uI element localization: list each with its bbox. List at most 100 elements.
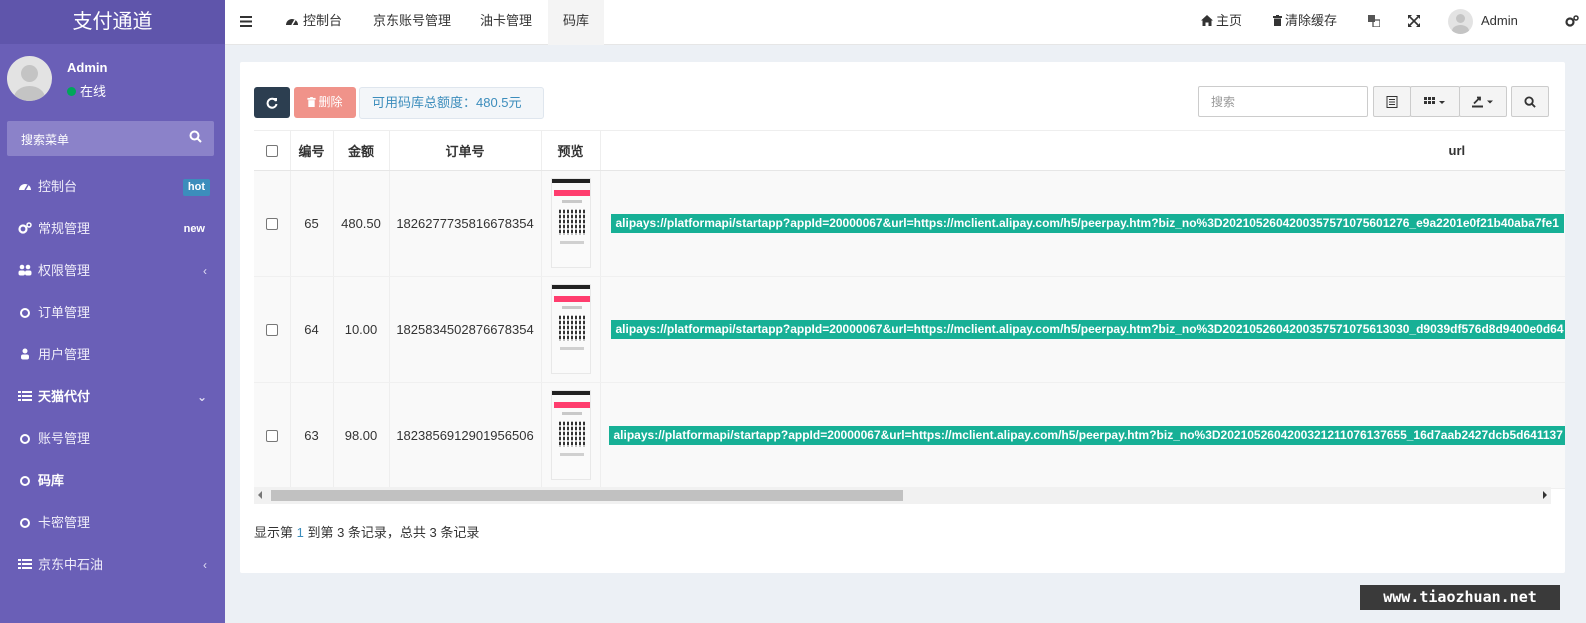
dashboard-icon <box>18 167 34 209</box>
clear-cache-button[interactable]: 清除缓存 <box>1273 0 1337 45</box>
dashboard-icon <box>286 19 298 26</box>
select-all-checkbox[interactable] <box>265 145 278 158</box>
sidebar-item-label: 天猫代付 <box>38 389 91 404</box>
sidebar-item-jd-sinopec[interactable]: 京东中石油 ‹ <box>0 544 225 586</box>
delete-button[interactable]: 删除 <box>294 87 356 118</box>
language-icon[interactable] <box>1368 0 1381 45</box>
home-icon <box>1201 15 1213 26</box>
scroll-right-icon[interactable] <box>1543 491 1547 499</box>
cell-id: 63 <box>290 382 334 489</box>
column-header[interactable]: 订单号 <box>389 131 542 171</box>
table-row[interactable]: 65 480.50 1826277735816678354 alipays://… <box>254 170 1565 277</box>
search-icon[interactable] <box>189 130 202 146</box>
scroll-left-icon[interactable] <box>258 491 262 499</box>
cell-id: 65 <box>290 170 334 277</box>
scroll-thumb[interactable] <box>271 490 903 501</box>
watermark: www.tiaozhuan.net <box>1360 585 1560 610</box>
tab-dashboard[interactable]: 控制台 <box>273 0 354 45</box>
cell-order-no: 1826277735816678354 <box>389 170 542 277</box>
new-badge: new <box>183 223 205 235</box>
advanced-search-button[interactable] <box>1511 86 1549 117</box>
grid-icon <box>1424 96 1445 104</box>
sidebar-item-label: 账号管理 <box>38 431 91 446</box>
trash-icon <box>1273 15 1282 26</box>
data-table: 编号 金额 订单号 预览 url 65 480.50 1826277735816… <box>254 131 1565 489</box>
app-logo[interactable]: 支付通道 <box>0 0 225 44</box>
refresh-button[interactable] <box>254 87 290 118</box>
cell-order-no: 1823856912901956506 <box>389 382 542 489</box>
tab-label: 油卡管理 <box>480 13 533 28</box>
user-name: Admin <box>67 60 108 75</box>
sidebar-item-code-library[interactable]: 码库 <box>0 460 225 502</box>
tab-code-library[interactable]: 码库 <box>548 0 604 45</box>
sidebar-item-permissions[interactable]: 权限管理 ‹ <box>0 250 225 292</box>
sidebar-item-users[interactable]: 用户管理 <box>0 334 225 376</box>
chevron-left-icon: ‹ <box>203 558 207 572</box>
row-checkbox[interactable] <box>265 430 278 443</box>
sidebar-item-label: 订单管理 <box>38 305 91 320</box>
sidebar-search-placeholder: 搜索菜单 <box>21 133 70 147</box>
qr-preview-thumbnail[interactable] <box>550 178 591 268</box>
column-header[interactable]: 金额 <box>333 131 390 171</box>
tab-jd-accounts[interactable]: 京东账号管理 <box>361 0 463 45</box>
columns-dropdown-button[interactable] <box>1410 86 1460 117</box>
horizontal-scrollbar[interactable] <box>254 487 1551 504</box>
trash-icon <box>307 97 317 107</box>
top-navbar: 控制台 京东账号管理 油卡管理 码库 主页 清除缓存 Admin <box>225 0 1586 45</box>
content-box: 删除 可用码库总额度：480.5元 编号 金额 订单号 预览 url <box>240 62 1565 573</box>
user-icon <box>18 335 34 377</box>
pagination-prefix: 显示第 <box>254 525 297 540</box>
hot-badge: hot <box>182 179 210 196</box>
avatar <box>1448 9 1473 35</box>
qr-code-icon <box>558 315 585 341</box>
online-dot-icon <box>67 87 76 96</box>
list-icon <box>18 377 34 419</box>
sidebar-search[interactable]: 搜索菜单 <box>7 121 214 156</box>
data-table-wrapper: 编号 金额 订单号 预览 url 65 480.50 1826277735816… <box>254 130 1565 505</box>
table-search-input[interactable] <box>1198 86 1368 117</box>
column-header: url <box>600 131 1565 171</box>
menu-toggle-icon[interactable] <box>240 0 252 45</box>
cell-amount: 10.00 <box>333 276 390 383</box>
sidebar-item-label: 码库 <box>38 473 65 488</box>
table-row[interactable]: 63 98.00 1823856912901956506 alipays://p… <box>254 382 1565 489</box>
sidebar-item-accounts[interactable]: 账号管理 <box>0 418 225 460</box>
home-link[interactable]: 主页 <box>1201 0 1242 45</box>
column-header: 预览 <box>541 131 601 171</box>
qr-code-icon <box>558 421 585 447</box>
sidebar-item-general[interactable]: 常规管理 new <box>0 208 225 250</box>
tab-oil-cards[interactable]: 油卡管理 <box>468 0 544 45</box>
sidebar-item-label: 常规管理 <box>38 221 91 236</box>
export-icon <box>1472 96 1493 107</box>
table-row[interactable]: 64 10.00 1825834502876678354 alipays://p… <box>254 276 1565 383</box>
tab-label: 控制台 <box>303 13 343 28</box>
toggle-view-button[interactable] <box>1373 86 1411 117</box>
row-checkbox[interactable] <box>265 324 278 337</box>
sidebar-item-label: 卡密管理 <box>38 515 91 530</box>
export-dropdown-button[interactable] <box>1459 86 1507 117</box>
search-icon <box>1524 95 1536 108</box>
pagination-suffix: 到第 3 条记录，总共 3 条记录 <box>303 525 480 540</box>
delete-label: 删除 <box>318 95 343 109</box>
cell-order-no: 1825834502876678354 <box>389 276 542 383</box>
url-label: alipays://platformapi/startapp?appId=200… <box>610 319 1565 339</box>
user-status-text: 在线 <box>80 84 107 99</box>
settings-icon[interactable] <box>1565 0 1579 45</box>
sidebar-item-tmall-pay[interactable]: 天猫代付 ⌄ <box>0 376 225 418</box>
sidebar-menu: 控制台 hot 常规管理 new 权限管理 ‹ 订单管理 用户管理 天猫代付 ⌄… <box>0 166 225 586</box>
user-menu[interactable]: Admin <box>1448 0 1518 45</box>
sidebar-item-dashboard[interactable]: 控制台 hot <box>0 166 225 208</box>
sidebar-item-card-secrets[interactable]: 卡密管理 <box>0 502 225 544</box>
qr-preview-thumbnail[interactable] <box>550 284 591 374</box>
quota-display: 可用码库总额度：480.5元 <box>359 87 544 119</box>
sidebar-item-label: 权限管理 <box>38 263 91 278</box>
refresh-icon <box>266 97 278 109</box>
fullscreen-icon[interactable] <box>1408 0 1420 45</box>
pagination-from: 1 <box>296 525 304 540</box>
sidebar-item-orders[interactable]: 订单管理 <box>0 292 225 334</box>
qr-preview-thumbnail[interactable] <box>550 390 591 480</box>
column-header[interactable]: 编号 <box>290 131 334 171</box>
row-checkbox[interactable] <box>265 218 278 231</box>
pagination-info: 显示第 1 到第 3 条记录，总共 3 条记录 <box>254 522 479 541</box>
cogs-icon <box>18 209 34 251</box>
